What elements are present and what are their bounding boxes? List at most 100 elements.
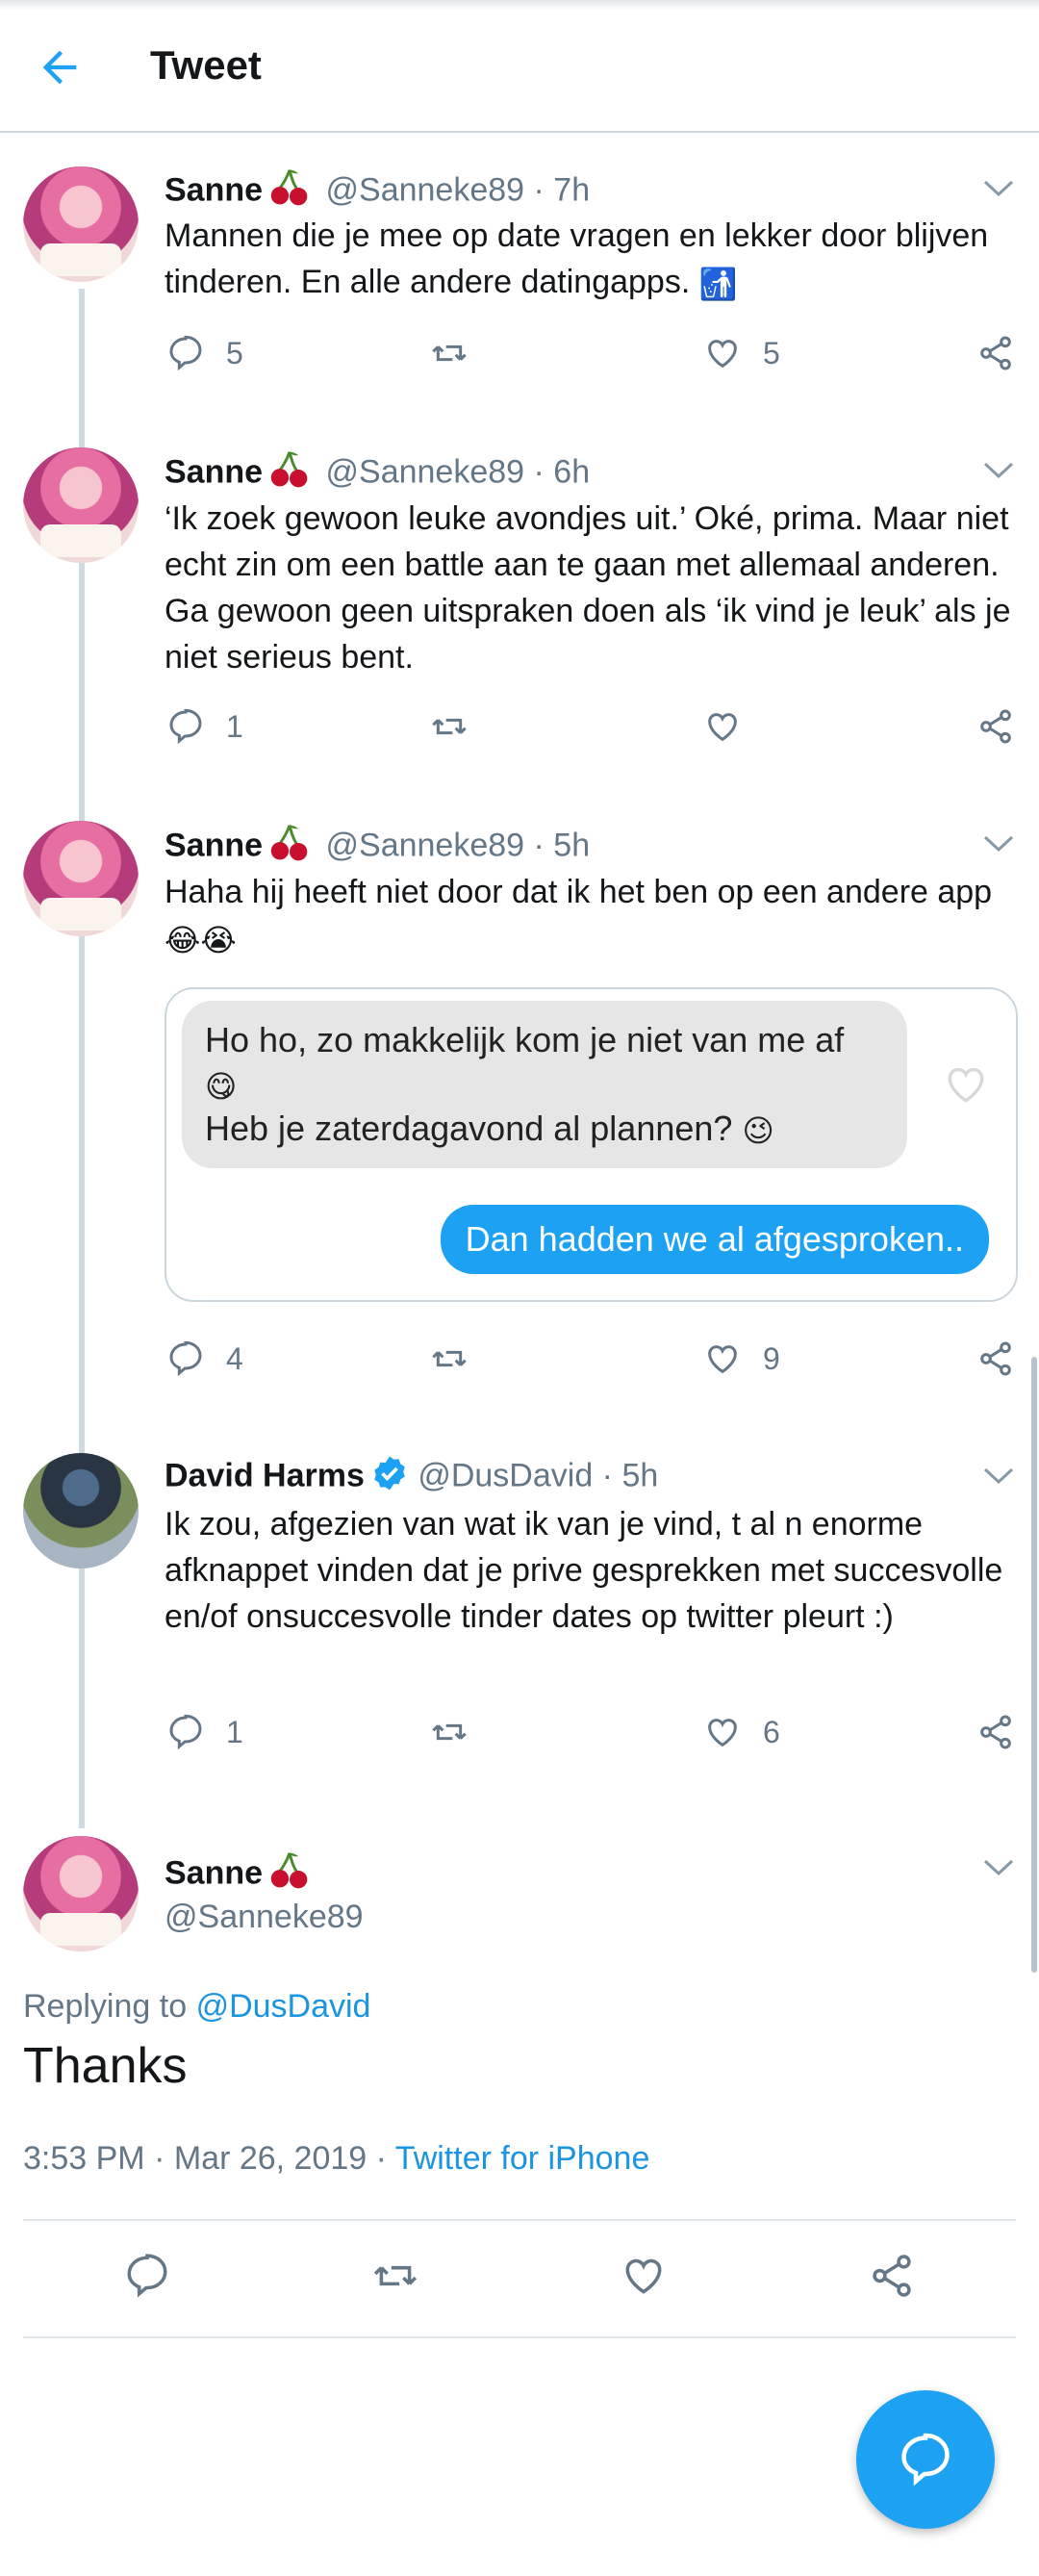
- tweet-time: 7h: [553, 171, 591, 209]
- replying-to: Replying to @DusDavid: [23, 1988, 371, 2025]
- retweet-icon: [432, 1350, 467, 1367]
- author-handle[interactable]: @Sanneke89: [326, 453, 525, 490]
- share-icon: [980, 1715, 1011, 1749]
- main-tweet-author-name: Sanne: [165, 1849, 317, 1900]
- reply-icon: [169, 335, 202, 371]
- like-button[interactable]: 5: [703, 329, 780, 377]
- retweet-button[interactable]: [430, 1708, 469, 1756]
- share-button[interactable]: [976, 1335, 1015, 1383]
- author-name: Sanne: [165, 171, 264, 209]
- cherry-icon: [268, 166, 311, 217]
- retweet-icon[interactable]: [371, 2252, 419, 2300]
- cherry-icon: [268, 822, 311, 873]
- share-button[interactable]: [976, 702, 1015, 751]
- tweet-header: Sanne @Sanneke89 · 5h: [165, 822, 590, 873]
- author-handle[interactable]: @Sanneke89: [165, 1898, 364, 1936]
- status-shadow: [0, 0, 1039, 10]
- heart-icon: [708, 713, 737, 742]
- emoji: 🚮: [698, 267, 738, 302]
- reply-count: 4: [226, 1340, 243, 1376]
- heart-icon: [708, 1719, 737, 1747]
- reply-count: 1: [226, 708, 243, 744]
- tweet-actions: 4 9: [165, 1335, 1021, 1383]
- tweet-time: 5h: [621, 1457, 659, 1494]
- avatar[interactable]: [23, 821, 139, 936]
- chevron-down-icon[interactable]: [981, 459, 1016, 482]
- reply-icon: [169, 1340, 202, 1377]
- avatar[interactable]: [23, 166, 139, 282]
- back-arrow-icon[interactable]: [35, 42, 85, 92]
- like-count: 9: [763, 1340, 780, 1376]
- avatar[interactable]: [23, 447, 139, 563]
- main-tweet-actions: [0, 2248, 1039, 2306]
- retweet-button[interactable]: [430, 329, 469, 377]
- author-name: Sanne: [165, 1854, 264, 1892]
- top-bar: Tweet: [0, 0, 1039, 133]
- like-count: 6: [763, 1714, 780, 1749]
- cherry-icon: [268, 1849, 311, 1900]
- reply-button[interactable]: 1: [166, 1708, 243, 1756]
- avatar[interactable]: [23, 1453, 139, 1569]
- author-name: David Harms: [165, 1457, 365, 1494]
- like-count: 5: [763, 335, 780, 370]
- compose-reply-icon: [901, 2433, 950, 2487]
- verified-badge-icon: [370, 1454, 409, 1501]
- tweet-actions: 1 6: [165, 1708, 1021, 1756]
- author-handle[interactable]: @Sanneke89: [326, 827, 525, 863]
- compose-reply-button[interactable]: [856, 2390, 995, 2529]
- reply-count: 1: [226, 1714, 243, 1749]
- replying-to-handle-link[interactable]: @DusDavid: [196, 1988, 371, 2025]
- chevron-down-icon[interactable]: [981, 832, 1016, 855]
- emoji: 😂😭: [165, 923, 237, 958]
- cherry-icon: [268, 448, 311, 499]
- retweet-button[interactable]: [430, 1335, 469, 1383]
- divider: [23, 2219, 1016, 2221]
- reply-button[interactable]: 5: [166, 329, 243, 377]
- share-icon[interactable]: [868, 2252, 916, 2300]
- chevron-down-icon[interactable]: [981, 177, 1016, 200]
- tweet-text: Haha hij heeft niet door dat ik het ben …: [165, 874, 993, 958]
- author-handle[interactable]: @DusDavid: [418, 1457, 593, 1493]
- main-tweet-text: Thanks: [23, 2038, 188, 2094]
- like-button[interactable]: 9: [703, 1335, 780, 1383]
- reply-button[interactable]: 4: [166, 1335, 243, 1383]
- tweet-text: Ik zou, afgezien van wat ik van je vind,…: [165, 1506, 1003, 1635]
- avatar[interactable]: [23, 1836, 139, 1951]
- heart-icon[interactable]: [620, 2252, 668, 2300]
- emoji: 😋: [205, 1069, 238, 1105]
- heart-outline-icon: [942, 1060, 990, 1109]
- emoji: 😉: [742, 1113, 774, 1149]
- share-button[interactable]: [976, 1708, 1015, 1756]
- reply-button[interactable]: 1: [166, 702, 243, 751]
- author-name: Sanne: [165, 827, 264, 864]
- reply-count: 5: [226, 335, 243, 370]
- page-title: Tweet: [150, 42, 262, 88]
- author-handle[interactable]: @Sanneke89: [326, 171, 525, 208]
- scrollbar[interactable]: [1031, 1357, 1037, 1973]
- tweet-text: ‘Ik zoek gewoon leuke avondjes uit.’ Oké…: [165, 500, 1011, 676]
- source-link[interactable]: Twitter for iPhone: [395, 2140, 650, 2177]
- share-button[interactable]: [976, 329, 1015, 377]
- tweet-actions: 5 5: [165, 329, 1021, 377]
- heart-icon: [708, 340, 737, 369]
- like-button[interactable]: [703, 702, 742, 751]
- heart-icon: [708, 1345, 737, 1374]
- tweet-text: Mannen die je mee op date vragen en lekk…: [165, 217, 989, 302]
- retweet-button[interactable]: [430, 702, 469, 751]
- retweet-icon: [432, 1723, 467, 1741]
- reply-icon[interactable]: [123, 2252, 171, 2300]
- tweet-header: Sanne @Sanneke89 · 7h: [165, 166, 590, 217]
- chevron-down-icon[interactable]: [981, 1465, 1016, 1488]
- outgoing-message-bubble: Dan hadden we al afgesproken..: [440, 1205, 989, 1274]
- reply-icon: [169, 708, 202, 745]
- chevron-down-icon[interactable]: [981, 1856, 1016, 1879]
- share-icon: [980, 1341, 1011, 1376]
- like-button[interactable]: 6: [703, 1708, 780, 1756]
- tweet-image[interactable]: Ho ho, zo makkelijk kom je niet van me a…: [165, 987, 1018, 1302]
- author-name: Sanne: [165, 453, 264, 491]
- divider: [23, 2336, 1016, 2338]
- retweet-icon: [432, 718, 467, 735]
- tweet-time: 5h: [553, 827, 591, 864]
- tweet-header: Sanne @Sanneke89 · 6h: [165, 448, 590, 499]
- incoming-message-bubble: Ho ho, zo makkelijk kom je niet van me a…: [182, 1001, 907, 1168]
